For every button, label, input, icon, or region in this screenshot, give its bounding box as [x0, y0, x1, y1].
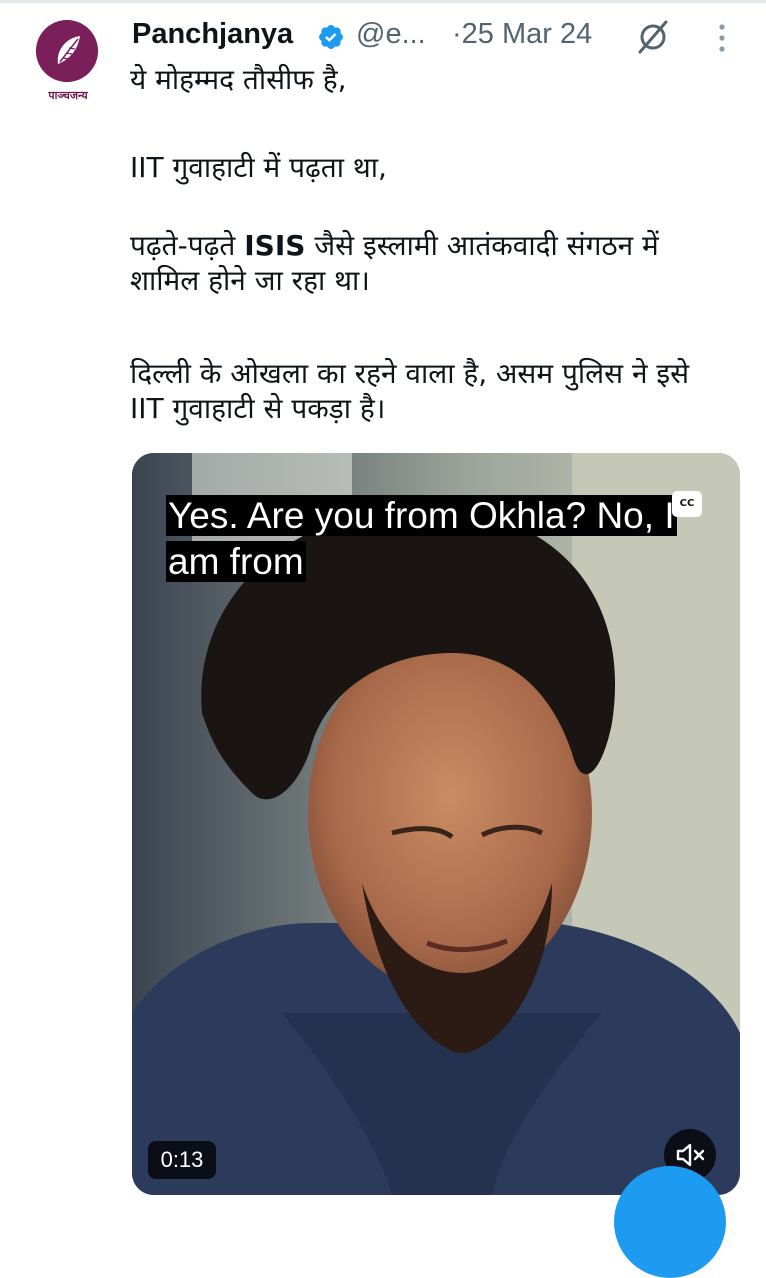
tweet-date[interactable]: ·25 Mar 24: [452, 18, 592, 51]
tweet-paragraph: IIT गुवाहाटी में पढ़ता था,: [130, 151, 387, 184]
tweet-paragraph: दिल्ली के ओखला का रहने वाला है, असम पुलि…: [130, 357, 690, 425]
tweet-paragraph: ये मोहम्मद तौसीफ है,: [130, 63, 347, 96]
tweet-paragraph: पढ़ते-पढ़ते ISIS जैसे इस्लामी आतंकवादी स…: [130, 229, 659, 297]
top-divider: [0, 0, 766, 3]
verified-badge-icon: [319, 25, 343, 49]
author-handle[interactable]: @e...: [356, 18, 426, 51]
compose-button[interactable]: [614, 1166, 726, 1278]
video-player[interactable]: Yes. Are you from Okhla? No, I am from C…: [132, 453, 740, 1195]
bold-text: ISIS: [244, 229, 306, 262]
avatar-image: [36, 20, 98, 82]
avatar[interactable]: पाञ्चजन्य: [20, 16, 116, 116]
grok-icon[interactable]: [636, 18, 670, 54]
closed-captions-icon[interactable]: CC: [672, 491, 702, 517]
author-name[interactable]: Panchjanya: [132, 18, 293, 51]
tweet-header: Panchjanya @e... ·25 Mar 24: [132, 14, 752, 58]
video-timestamp: 0:13: [148, 1141, 216, 1179]
more-vertical-icon[interactable]: [716, 22, 728, 54]
closed-caption: Yes. Are you from Okhla? No, I am from: [166, 495, 677, 582]
avatar-brand-label: पाञ्चजन्य: [48, 89, 88, 102]
